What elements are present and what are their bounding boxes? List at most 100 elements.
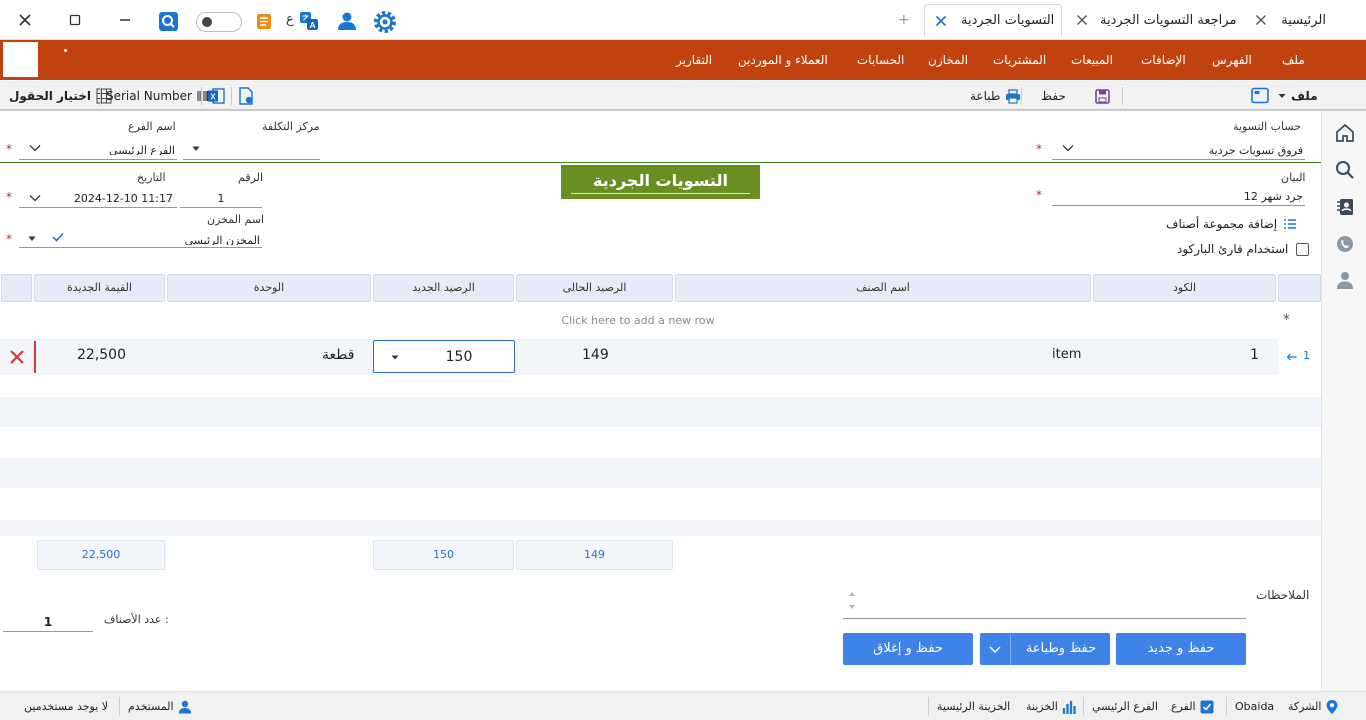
table-row[interactable] xyxy=(0,339,1321,375)
menu-customers-suppliers[interactable]: العملاء و الموردين xyxy=(738,40,828,80)
print-button[interactable]: طباعة xyxy=(970,81,1021,111)
header-code[interactable]: الكود xyxy=(1093,274,1276,302)
choose-fields-label: اختيار الحقول xyxy=(9,89,91,103)
cell-new-value[interactable]: 22,500 xyxy=(77,347,126,363)
save-and-print-button[interactable]: حفظ وطباعة xyxy=(980,633,1110,665)
serial-number-button[interactable]: Serial Number xyxy=(106,81,211,111)
add-new-row[interactable]: Click here to add a new row * xyxy=(0,305,1321,337)
barcode-reader-option[interactable]: استخدام قارئ الباركود xyxy=(1177,242,1310,256)
checkbox-checked-icon xyxy=(1200,700,1214,713)
translate-icon[interactable]: A xyxy=(299,11,319,31)
menu-stores[interactable]: المخازن xyxy=(928,40,968,80)
minimize-window-icon[interactable] xyxy=(116,11,134,29)
cell-item-name[interactable]: item xyxy=(1052,347,1081,362)
menu-accounts[interactable]: الحسابات xyxy=(857,40,904,80)
close-tab-icon[interactable] xyxy=(1254,11,1267,29)
excel-export-icon[interactable]: X xyxy=(207,87,225,105)
menu-dot-icon xyxy=(64,49,67,52)
cell-code[interactable]: 1 xyxy=(1250,347,1259,363)
cost-center-select[interactable] xyxy=(183,138,320,160)
chevron-down-icon xyxy=(29,145,41,152)
close-tab-icon[interactable] xyxy=(935,12,947,30)
contacts-icon[interactable] xyxy=(1334,196,1356,218)
search-icon[interactable] xyxy=(159,12,178,31)
header-unit[interactable]: الوحدة xyxy=(167,274,371,302)
caret-down-icon[interactable] xyxy=(391,355,399,360)
menu-catalog[interactable]: الفهرس xyxy=(1212,40,1252,80)
menu-purchases[interactable]: المشتريات xyxy=(993,40,1046,80)
right-sidebar xyxy=(1321,111,1366,691)
grid-header-actions xyxy=(1,274,32,302)
status-bar: الشركة Obaida الفرع الفرع الرئيسي الخزين… xyxy=(0,691,1366,720)
save-and-close-button[interactable]: حفظ و إغلاق xyxy=(843,633,973,665)
new-tab-button[interactable]: + xyxy=(898,12,910,28)
number-label: الرقم xyxy=(238,171,264,184)
cell-unit[interactable]: قطعة xyxy=(322,347,354,363)
close-tab-icon[interactable] xyxy=(1076,11,1088,29)
file-settings-icon[interactable] xyxy=(238,87,254,105)
layout-icon[interactable] xyxy=(1251,87,1269,104)
file-dropdown[interactable]: ملف xyxy=(1278,81,1318,111)
menu-file[interactable]: ملف xyxy=(1282,40,1305,80)
toolbar: ملف حفظ طباعة اختيار الحقول Serial Numbe… xyxy=(0,81,1366,111)
cell-current-balance[interactable]: 149 xyxy=(582,347,609,363)
tab-home[interactable]: الرئيسية xyxy=(1250,4,1330,36)
user-label: المستخدم xyxy=(128,700,174,713)
menu-sales[interactable]: المبيعات xyxy=(1071,40,1113,80)
phone-icon[interactable] xyxy=(1334,233,1356,255)
number-input[interactable]: 1 xyxy=(180,188,262,208)
person-icon[interactable] xyxy=(1334,269,1356,291)
empty-row xyxy=(0,488,1321,518)
delete-row-icon[interactable] xyxy=(9,349,25,365)
app-logo xyxy=(3,42,38,77)
chevron-down-icon xyxy=(1062,145,1074,152)
date-picker[interactable]: 2024-12-10 11:17 xyxy=(19,188,177,208)
items-count-field: 1 xyxy=(3,611,93,632)
home-icon[interactable] xyxy=(1334,122,1356,144)
account-select[interactable]: فروق تسويات جردية xyxy=(1052,138,1305,160)
tab-inventory-adjustments[interactable]: التسويات الجردية xyxy=(924,4,1062,36)
save-and-new-button[interactable]: حفظ و جديد xyxy=(1116,633,1246,665)
chevron-down-icon[interactable] xyxy=(989,646,1001,653)
notes-label: الملاحظات xyxy=(1256,588,1310,602)
store-select[interactable]: المخزن الرئيسي xyxy=(19,228,262,248)
empty-row xyxy=(0,520,1321,536)
page-title: التسويات الجردية xyxy=(561,165,760,199)
save-label: حفظ xyxy=(1041,89,1066,103)
add-row-hint: Click here to add a new row xyxy=(561,314,715,327)
settings-gear-icon[interactable] xyxy=(372,9,398,35)
total-new-balance: 150 xyxy=(373,540,514,570)
header-current-balance[interactable]: الرصيد الحالى xyxy=(516,274,673,302)
scroll-arrows-icon[interactable] xyxy=(848,590,856,612)
new-row-asterisk-icon: * xyxy=(1283,312,1290,328)
header-new-value[interactable]: القيمة الجديدة xyxy=(34,274,165,302)
tab-review-adjustments[interactable]: مراجعة التسويات الجردية xyxy=(1070,4,1242,36)
choose-fields-button[interactable]: اختيار الحقول xyxy=(9,81,112,111)
barcode-label: استخدام قارئ الباركود xyxy=(1177,242,1289,256)
search-sidebar-icon[interactable] xyxy=(1334,159,1356,181)
status-treasury: الخزينة xyxy=(1026,692,1078,720)
header-new-balance[interactable]: الرصيد الجديد xyxy=(373,274,514,302)
statement-input[interactable]: جرد شهر 12 xyxy=(1052,186,1305,206)
users-value: لا يوجد مستخدمين xyxy=(24,700,109,713)
theme-toggle[interactable] xyxy=(196,12,242,32)
header-item-name[interactable]: اسم الصنف xyxy=(675,274,1091,302)
language-label[interactable]: ع xyxy=(286,12,294,27)
items-count-value: 1 xyxy=(43,615,53,629)
page-title-text: التسويات الجردية xyxy=(593,171,728,190)
add-items-group-button[interactable]: إضافة مجموعة أصناف xyxy=(1166,217,1297,231)
save-button[interactable]: حفظ xyxy=(1041,81,1110,111)
status-user: المستخدم xyxy=(128,692,192,720)
close-window-icon[interactable] xyxy=(16,11,34,29)
user-profile-icon[interactable] xyxy=(337,11,357,31)
maximize-window-icon[interactable] xyxy=(66,11,84,29)
menu-reports[interactable]: التقارير xyxy=(676,40,712,80)
statement-value: جرد شهر 12 xyxy=(1243,190,1303,203)
barcode-checkbox[interactable] xyxy=(1296,242,1310,256)
notes-icon[interactable] xyxy=(257,14,271,29)
menu-additions[interactable]: الإضافات xyxy=(1141,40,1186,80)
notes-textarea[interactable] xyxy=(843,587,1246,619)
row-indicator: 1 xyxy=(1278,339,1321,375)
branch-select[interactable]: الفرع الرئيسي xyxy=(19,138,177,160)
new-balance-editor[interactable]: 150 xyxy=(373,340,515,373)
